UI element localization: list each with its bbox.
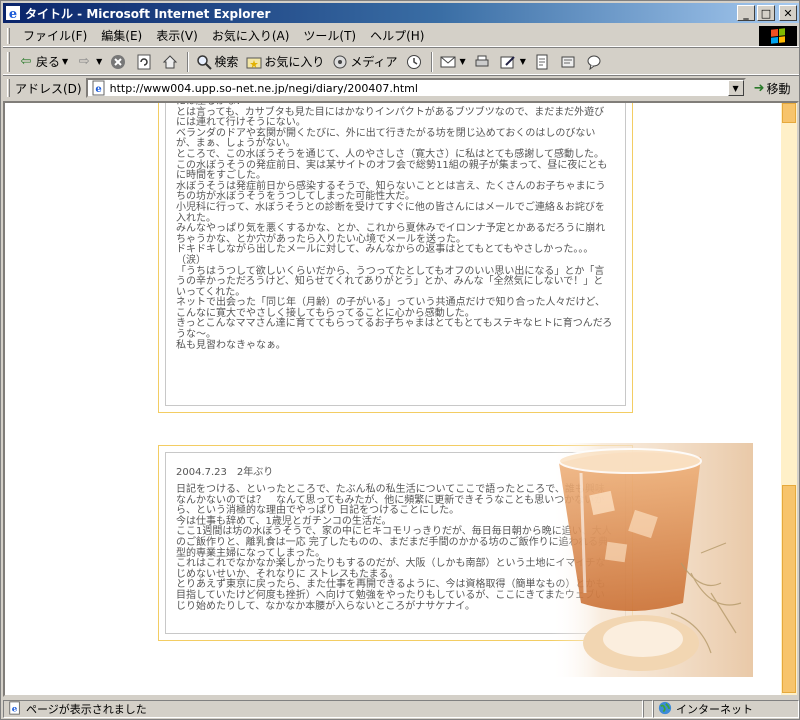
forward-dropdown-icon[interactable]: ▼: [96, 57, 102, 66]
address-label: アドレス(D): [15, 81, 82, 96]
security-zone-label: インターネット: [676, 703, 753, 716]
browser-window: e タイトル - Microsoft Internet Explorer _ □…: [0, 0, 800, 720]
edit-icon: [500, 54, 516, 70]
mail-icon: [440, 54, 456, 70]
discuss-button[interactable]: [530, 51, 556, 73]
print-icon: [474, 54, 490, 70]
favorites-button[interactable]: お気に入り: [242, 51, 328, 73]
toolbar-separator: [430, 51, 433, 72]
status-panel: [643, 700, 653, 718]
search-icon: [196, 54, 213, 70]
research-icon: [560, 54, 576, 70]
search-button-label: 検索: [214, 55, 239, 69]
menu-file[interactable]: ファイル(F): [16, 27, 94, 44]
status-message-panel: e ページが表示されました: [3, 700, 643, 718]
discuss-icon: [534, 54, 550, 70]
diary-entry-heading: 2004.7.23 2年ぶり: [176, 467, 274, 478]
search-button[interactable]: 検索: [192, 51, 242, 73]
refresh-button[interactable]: [132, 51, 158, 73]
diary-entry: 2004.7.23 2年ぶり 日記をつける、といったところで、たぶん私の私生活に…: [158, 445, 633, 641]
edit-button[interactable]: ▼: [496, 51, 530, 73]
media-icon: [332, 54, 348, 70]
stop-button[interactable]: [106, 51, 132, 73]
go-button-label: 移動: [766, 81, 791, 96]
go-arrow-icon: ➜: [753, 80, 765, 96]
internet-globe-icon: [658, 701, 672, 718]
ie-logo-icon: e: [5, 5, 21, 22]
page-done-icon: e: [8, 700, 22, 718]
diary-entry-frame: には座るかな？ とは言っても、カサブタも見た目にはかなりインパクトがあるブツブツ…: [165, 101, 626, 406]
vertical-scrollbar[interactable]: [781, 103, 797, 695]
window-title: タイトル - Microsoft Internet Explorer: [25, 6, 271, 21]
menu-bar: ファイル(F) 編集(E) 表示(V) お気に入り(A) ツール(T) ヘルプ(…: [3, 25, 799, 47]
back-dropdown-icon[interactable]: ▼: [62, 57, 68, 66]
back-button[interactable]: ⇦ 戻る ▼: [14, 51, 72, 73]
address-bar: アドレス(D) e ▼ ➜ 移動: [3, 77, 799, 99]
forward-button[interactable]: ⇨ ▼: [72, 51, 106, 73]
svg-text:e: e: [95, 84, 101, 95]
mail-dropdown-icon[interactable]: ▼: [460, 57, 466, 66]
back-button-label: 戻る: [36, 55, 61, 69]
address-field[interactable]: e ▼: [85, 78, 746, 98]
title-bar: e タイトル - Microsoft Internet Explorer _ □…: [3, 3, 799, 23]
diary-entry-frame: 2004.7.23 2年ぶり 日記をつける、といったところで、たぶん私の私生活に…: [165, 452, 626, 634]
addressbar-grip[interactable]: [7, 79, 10, 97]
research-button[interactable]: [556, 51, 582, 73]
menu-edit[interactable]: 編集(E): [94, 27, 149, 44]
menu-tools[interactable]: ツール(T): [296, 27, 363, 44]
address-input[interactable]: [109, 81, 720, 95]
menu-view[interactable]: 表示(V): [149, 27, 205, 44]
status-message: ページが表示されました: [26, 703, 147, 716]
history-button[interactable]: [402, 51, 428, 73]
favorites-folder-icon: [246, 54, 262, 70]
standard-toolbar: ⇦ 戻る ▼ ⇨ ▼ 検索 お気に入り メディア ▼ ▼: [3, 49, 799, 75]
maximize-button[interactable]: □: [757, 5, 775, 21]
address-dropdown-icon[interactable]: ▼: [727, 80, 744, 96]
diary-entry-text: には座るかな？ とは言っても、カサブタも見た目にはかなりインパクトがあるブツブツ…: [176, 101, 613, 351]
menu-help[interactable]: ヘルプ(H): [363, 27, 431, 44]
minimize-button[interactable]: _: [737, 5, 755, 21]
forward-arrow-icon: ⇨: [78, 54, 90, 69]
media-button-label: メディア: [350, 55, 398, 69]
edit-dropdown-icon[interactable]: ▼: [520, 57, 526, 66]
messenger-button[interactable]: [582, 51, 608, 73]
menu-favorites[interactable]: お気に入り(A): [205, 27, 297, 44]
svg-text:e: e: [9, 7, 17, 21]
refresh-icon: [136, 54, 152, 70]
toolbar-separator: [187, 51, 190, 72]
scrollbar-thumb[interactable]: [782, 485, 796, 693]
close-button[interactable]: ✕: [779, 5, 797, 21]
status-bar: e ページが表示されました インターネット: [3, 699, 799, 719]
home-button[interactable]: [158, 51, 184, 73]
home-icon: [162, 54, 178, 70]
security-zone-panel: インターネット: [653, 700, 799, 718]
svg-text:e: e: [12, 704, 18, 714]
mail-button[interactable]: ▼: [436, 51, 470, 73]
messenger-icon: [586, 54, 602, 70]
back-arrow-icon: ⇦: [20, 54, 32, 69]
diary-entry: には座るかな？ とは言っても、カサブタも見た目にはかなりインパクトがあるブツブツ…: [158, 101, 633, 413]
go-button[interactable]: ➜ 移動: [754, 80, 791, 97]
toolbar-grip[interactable]: [7, 51, 10, 72]
scrollbar-thumb-top[interactable]: [782, 103, 796, 123]
favorites-button-label: お気に入り: [264, 55, 325, 69]
media-button[interactable]: メディア: [328, 51, 401, 73]
print-button[interactable]: [470, 51, 496, 73]
history-icon: [406, 54, 422, 70]
menubar-grip[interactable]: [7, 27, 10, 44]
windows-logo-icon: [759, 25, 797, 46]
page-icon: e: [91, 80, 107, 96]
diary-entry-text: 日記をつける、といったところで、たぶん私の私生活についてここで語ったところで、誰…: [176, 484, 612, 612]
page-content[interactable]: には座るかな？ とは言っても、カサブタも見た目にはかなりインパクトがあるブツブツ…: [3, 101, 799, 697]
stop-icon: [110, 54, 126, 70]
